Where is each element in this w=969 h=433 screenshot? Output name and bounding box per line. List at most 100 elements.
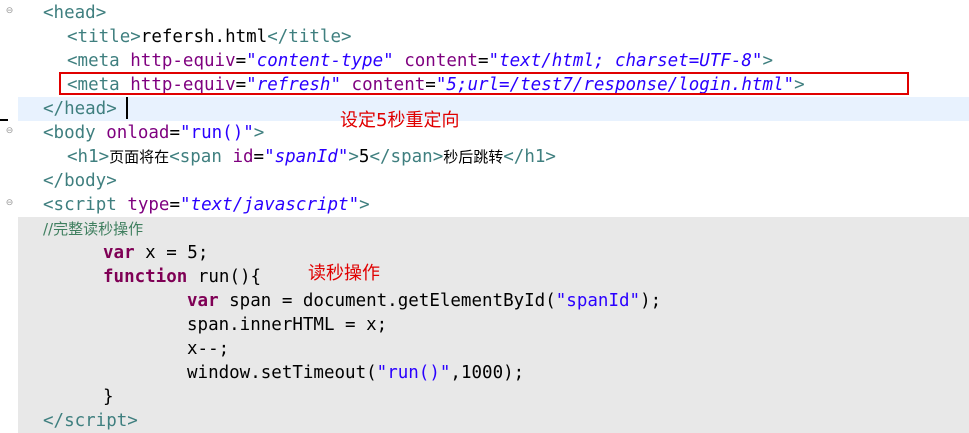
tag-name: h1 — [524, 147, 546, 167]
text-content: refersh.html — [140, 27, 268, 47]
attribute-value: "run()" — [180, 123, 254, 143]
equals-sign: = — [169, 195, 181, 215]
tag-name: span — [390, 147, 433, 167]
attribute-name: onload — [106, 123, 170, 143]
tag-bracket: < — [43, 195, 54, 215]
tag-name: script — [53, 195, 117, 215]
tag-name: title — [77, 27, 131, 47]
tag-bracket: < — [169, 147, 180, 167]
tag-bracket: > — [106, 171, 117, 191]
tag-name: span — [179, 147, 222, 167]
annotation-countdown: 读秒操作 — [308, 263, 380, 284]
tag-bracket: > — [130, 27, 141, 47]
code-line: <h1>页面将在<span id="spanId">5</span>秒后跳转</… — [18, 145, 969, 169]
code-line: <meta http-equiv="content-type" content=… — [18, 49, 969, 73]
tag-bracket: </ — [43, 411, 65, 431]
code-text: span.innerHTML = x; — [187, 315, 388, 335]
code-text: x--; — [187, 339, 230, 359]
ruler-mark — [0, 119, 8, 121]
attribute-value: "content-type" — [246, 51, 394, 71]
equals-sign: = — [477, 51, 489, 71]
code-line: window.setTimeout("run()",1000); — [18, 361, 969, 385]
tag-name: meta — [77, 51, 120, 71]
keyword: var — [187, 291, 219, 311]
keyword: function — [103, 267, 188, 287]
code-line: } — [18, 385, 969, 409]
attribute-name: type — [127, 195, 170, 215]
tag-bracket: < — [43, 3, 54, 23]
code-line: function run(){ — [18, 265, 969, 289]
tag-bracket: > — [340, 27, 352, 47]
tag-bracket: > — [359, 195, 370, 215]
tag-bracket: > — [348, 147, 359, 167]
code-line: var span = document.getElementById("span… — [18, 289, 969, 313]
code-line: <script type="text/javascript"> — [18, 193, 969, 217]
current-line[interactable]: </head> — [18, 97, 969, 121]
equals-sign: = — [235, 51, 247, 71]
fold-collapse-icon[interactable]: ⊖ — [5, 199, 14, 208]
tag-bracket: > — [95, 3, 107, 23]
tag-bracket: </ — [267, 27, 289, 47]
keyword: var — [103, 243, 135, 263]
highlight-box — [59, 72, 909, 95]
text-content: 秒后跳转 — [443, 148, 504, 166]
tag-bracket: </ — [43, 171, 65, 191]
tag-bracket: > — [432, 147, 444, 167]
tag-bracket: </ — [369, 147, 391, 167]
text-content: 页面将在 — [109, 148, 170, 166]
annotation-redirect: 设定5秒重定向 — [340, 110, 460, 131]
code-line: </script> — [18, 409, 969, 433]
tag-bracket: > — [106, 99, 117, 119]
string-literal: "spanId" — [555, 291, 641, 311]
code-text: } — [103, 387, 114, 407]
code-text: window.setTimeout( — [187, 363, 377, 383]
code-line: <title>refersh.html</title> — [18, 25, 969, 49]
tag-bracket: </ — [503, 147, 525, 167]
tag-bracket: </ — [43, 99, 65, 119]
code-line: <head> — [18, 1, 969, 25]
code-line: var x = 5; — [18, 241, 969, 265]
tag-bracket: < — [67, 147, 78, 167]
tag-name: h1 — [77, 147, 99, 167]
tag-name: body — [53, 123, 96, 143]
string-literal: "run()" — [376, 363, 451, 383]
tag-bracket: > — [98, 147, 110, 167]
code-text: run(){ — [187, 267, 262, 287]
tag-bracket: > — [545, 147, 556, 167]
attribute-name: id — [232, 147, 254, 167]
code-text: span = document.getElementById( — [218, 291, 556, 311]
text-content: 5 — [358, 147, 370, 167]
tag-bracket: < — [67, 27, 78, 47]
attribute-name: http-equiv — [130, 51, 236, 71]
tag-name: body — [64, 171, 107, 191]
code-editor[interactable]: ⊖ ⊖ ⊖ <head> <title>refersh.html</title>… — [0, 0, 969, 433]
code-text: ); — [640, 291, 662, 311]
code-comment: //完整读秒操作 — [43, 220, 144, 238]
tag-bracket: > — [762, 51, 774, 71]
tag-bracket: < — [43, 123, 54, 143]
attribute-value: "spanId" — [264, 147, 349, 167]
text-cursor — [126, 97, 128, 119]
fold-collapse-icon[interactable]: ⊖ — [5, 7, 14, 16]
tag-bracket: > — [253, 123, 265, 143]
tag-name: head — [64, 99, 107, 119]
code-line: </body> — [18, 169, 969, 193]
editor-gutter — [0, 0, 18, 433]
code-line: span.innerHTML = x; — [18, 313, 969, 337]
tag-bracket: < — [67, 51, 78, 71]
attribute-value: "text/javascript" — [180, 195, 360, 215]
equals-sign: = — [169, 123, 181, 143]
tag-name: script — [64, 411, 128, 431]
code-text: ,1000); — [450, 363, 525, 383]
tag-name: head — [53, 3, 96, 23]
equals-sign: = — [253, 147, 265, 167]
code-line: <body onload="run()"> — [18, 121, 969, 145]
code-text: x = 5; — [134, 243, 209, 263]
tag-bracket: > — [127, 411, 138, 431]
tag-name: title — [288, 27, 341, 47]
fold-collapse-icon[interactable]: ⊖ — [5, 127, 14, 136]
code-line: x--; — [18, 337, 969, 361]
attribute-name: content — [404, 51, 478, 71]
attribute-value: "text/html; charset=UTF-8" — [488, 51, 763, 71]
code-line: //完整读秒操作 — [18, 217, 969, 241]
